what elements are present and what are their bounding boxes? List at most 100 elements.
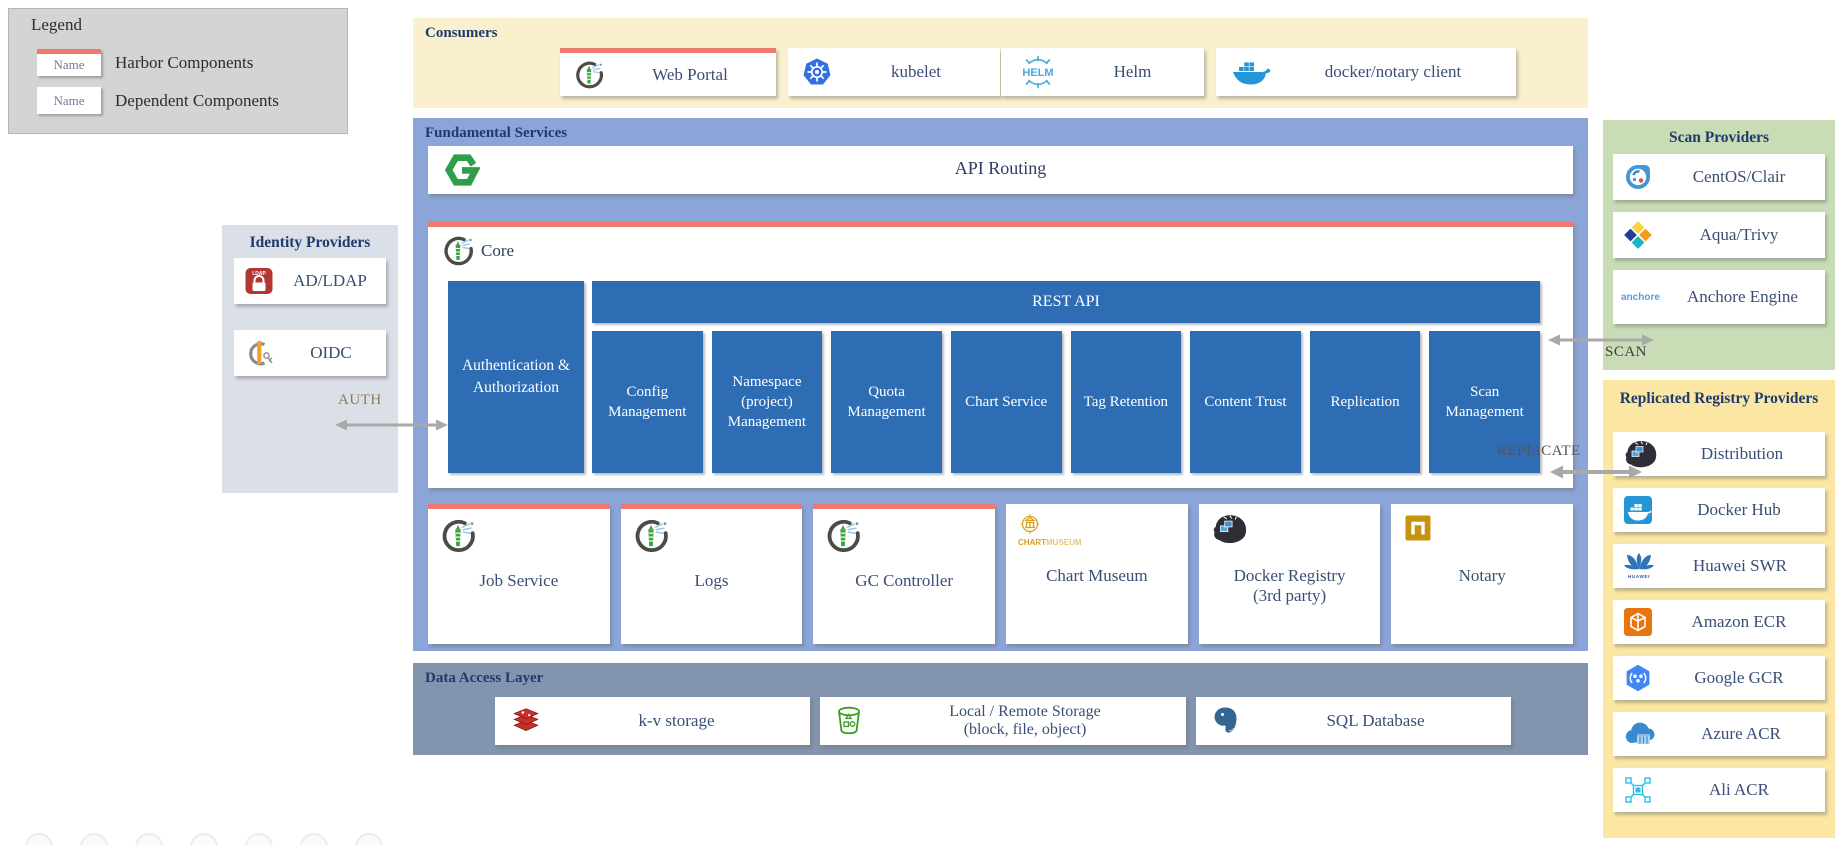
- helm-icon: HELM: [1015, 55, 1061, 89]
- centos-clair-box: CentOS/Clair: [1613, 154, 1825, 200]
- harbor-icon: [574, 60, 604, 90]
- huawei-swr-box: HUAWEI Huawei SWR: [1613, 544, 1825, 588]
- ali-acr-icon: [1623, 775, 1653, 805]
- kubernetes-icon: [802, 57, 832, 87]
- chart-museum-box: CHARTMUSEUM Chart Museum: [1006, 504, 1188, 644]
- distribution-label: Distribution: [1659, 444, 1825, 464]
- amazon-ecr-box: Amazon ECR: [1613, 600, 1825, 644]
- data-access-layer-title: Data Access Layer: [425, 670, 543, 687]
- chartmuseum-icon: CHARTMUSEUM: [1018, 513, 1082, 547]
- page-dot: [80, 833, 108, 845]
- job-service-label: Job Service: [434, 571, 604, 591]
- clair-icon: [1623, 162, 1653, 192]
- huawei-swr-label: Huawei SWR: [1655, 556, 1825, 576]
- docker-hub-label: Docker Hub: [1653, 500, 1825, 520]
- svg-text:HELM: HELM: [1022, 67, 1053, 79]
- postgresql-icon: [1210, 705, 1240, 737]
- aqua-trivy-box: Aqua/Trivy: [1613, 212, 1825, 258]
- sql-database-label: SQL Database: [1240, 711, 1511, 731]
- oidc-label: OIDC: [276, 343, 386, 363]
- page-dot: [355, 833, 383, 845]
- api-routing-box: API Routing: [428, 146, 1573, 194]
- fundamental-services-title: Fundamental Services: [425, 125, 567, 142]
- huawei-icon: HUAWEI: [1623, 551, 1655, 581]
- logs-box: Logs: [621, 504, 803, 644]
- chartmuseum-wordmark-chart: CHART: [1018, 538, 1046, 547]
- module-namespace-management: Namespace (project) Management: [712, 331, 823, 473]
- consumers-title: Consumers: [425, 25, 498, 42]
- legend-harbor-sample: Name: [37, 49, 101, 76]
- legend-title: Legend: [31, 15, 82, 35]
- web-portal-box: Web Portal: [560, 48, 776, 96]
- api-routing-label: API Routing: [428, 158, 1573, 179]
- harbor-icon: [440, 518, 476, 554]
- trivy-icon: [1623, 220, 1653, 250]
- page-dot: [300, 833, 328, 845]
- replicate-flow-label: REPLICATE: [1497, 443, 1581, 460]
- identity-providers-title: Identity Providers: [222, 234, 398, 252]
- module-config-management: Config Management: [592, 331, 703, 473]
- distribution-box: Distribution: [1613, 432, 1825, 476]
- aqua-trivy-label: Aqua/Trivy: [1653, 225, 1825, 245]
- docker-notary-client-box: docker/notary client: [1216, 48, 1516, 96]
- replicated-registry-providers-title: Replicated Registry Providers: [1603, 389, 1835, 409]
- notary-label: Notary: [1397, 566, 1567, 586]
- legend-harbor-sample-label: Name: [53, 57, 84, 73]
- anchore-engine-box: anchore Anchore Engine: [1613, 270, 1825, 324]
- web-portal-label: Web Portal: [604, 65, 776, 85]
- ali-acr-box: Ali ACR: [1613, 768, 1825, 812]
- google-gcr-label: Google GCR: [1653, 668, 1825, 688]
- google-gcr-icon: [1623, 663, 1653, 693]
- page-dot: [245, 833, 273, 845]
- local-remote-storage-label: Local / Remote Storage (block, file, obj…: [864, 703, 1186, 740]
- notary-box: Notary: [1391, 504, 1573, 644]
- kubelet-label: kubelet: [832, 62, 1000, 82]
- harbor-icon: [825, 518, 861, 554]
- ad-ldap-label: AD/LDAP: [274, 271, 386, 291]
- local-remote-storage-box: Local / Remote Storage (block, file, obj…: [820, 697, 1186, 745]
- module-content-trust: Content Trust: [1190, 331, 1301, 473]
- kv-storage-label: k-v storage: [543, 711, 810, 731]
- google-gcr-box: Google GCR: [1613, 656, 1825, 700]
- module-replication: Replication: [1310, 331, 1421, 473]
- module-tag-retention: Tag Retention: [1071, 331, 1182, 473]
- oidc-icon: [244, 338, 276, 368]
- legend: Legend Name Harbor Components Name Depen…: [8, 8, 348, 134]
- auth-arrow: [335, 418, 448, 437]
- svg-text:HUAWEI: HUAWEI: [1628, 574, 1650, 579]
- distribution-icon: [1211, 513, 1249, 545]
- azure-acr-box: Azure ACR: [1613, 712, 1825, 756]
- core-header: Core: [442, 235, 514, 267]
- core-box: Core Authentication & Authorization REST…: [428, 222, 1573, 488]
- legend-dependent-sample-label: Name: [53, 93, 84, 109]
- harbor-architecture-diagram: Legend Name Harbor Components Name Depen…: [0, 0, 1838, 845]
- page-dot: [135, 833, 163, 845]
- docker-icon: [1230, 57, 1270, 87]
- replicate-arrow: [1550, 464, 1642, 485]
- sql-database-box: SQL Database: [1196, 697, 1511, 745]
- gc-controller-box: GC Controller: [813, 504, 995, 644]
- notary-icon: [1403, 513, 1433, 543]
- page-dot: [190, 833, 218, 845]
- logs-label: Logs: [627, 571, 797, 591]
- harbor-icon: [633, 518, 669, 554]
- core-modules: Config Management Namespace (project) Ma…: [592, 331, 1540, 473]
- helm-label: Helm: [1061, 62, 1204, 82]
- consumers-section: Consumers Web Portal kubelet HELM Helm d…: [413, 18, 1588, 108]
- legend-dependent-sample: Name: [37, 87, 101, 114]
- rest-api-bar: REST API: [592, 281, 1540, 323]
- amazon-ecr-label: Amazon ECR: [1653, 612, 1825, 632]
- gc-controller-label: GC Controller: [853, 571, 955, 591]
- local-remote-storage-line2: (block, file, object): [864, 721, 1186, 739]
- module-quota-management: Quota Management: [831, 331, 942, 473]
- local-remote-storage-line1: Local / Remote Storage: [864, 703, 1186, 721]
- azure-acr-icon: [1623, 720, 1657, 748]
- helm-box: HELM Helm: [1001, 48, 1204, 96]
- docker-registry-box: Docker Registry (3rd party): [1199, 504, 1381, 644]
- docker-notary-client-label: docker/notary client: [1270, 62, 1516, 82]
- legend-harbor-label: Harbor Components: [115, 53, 253, 73]
- kubelet-box: kubelet: [788, 48, 1000, 96]
- data-access-layer-section: Data Access Layer k-v storage Local / Re…: [413, 663, 1588, 755]
- scan-providers-title: Scan Providers: [1603, 129, 1835, 147]
- centos-clair-label: CentOS/Clair: [1653, 167, 1825, 187]
